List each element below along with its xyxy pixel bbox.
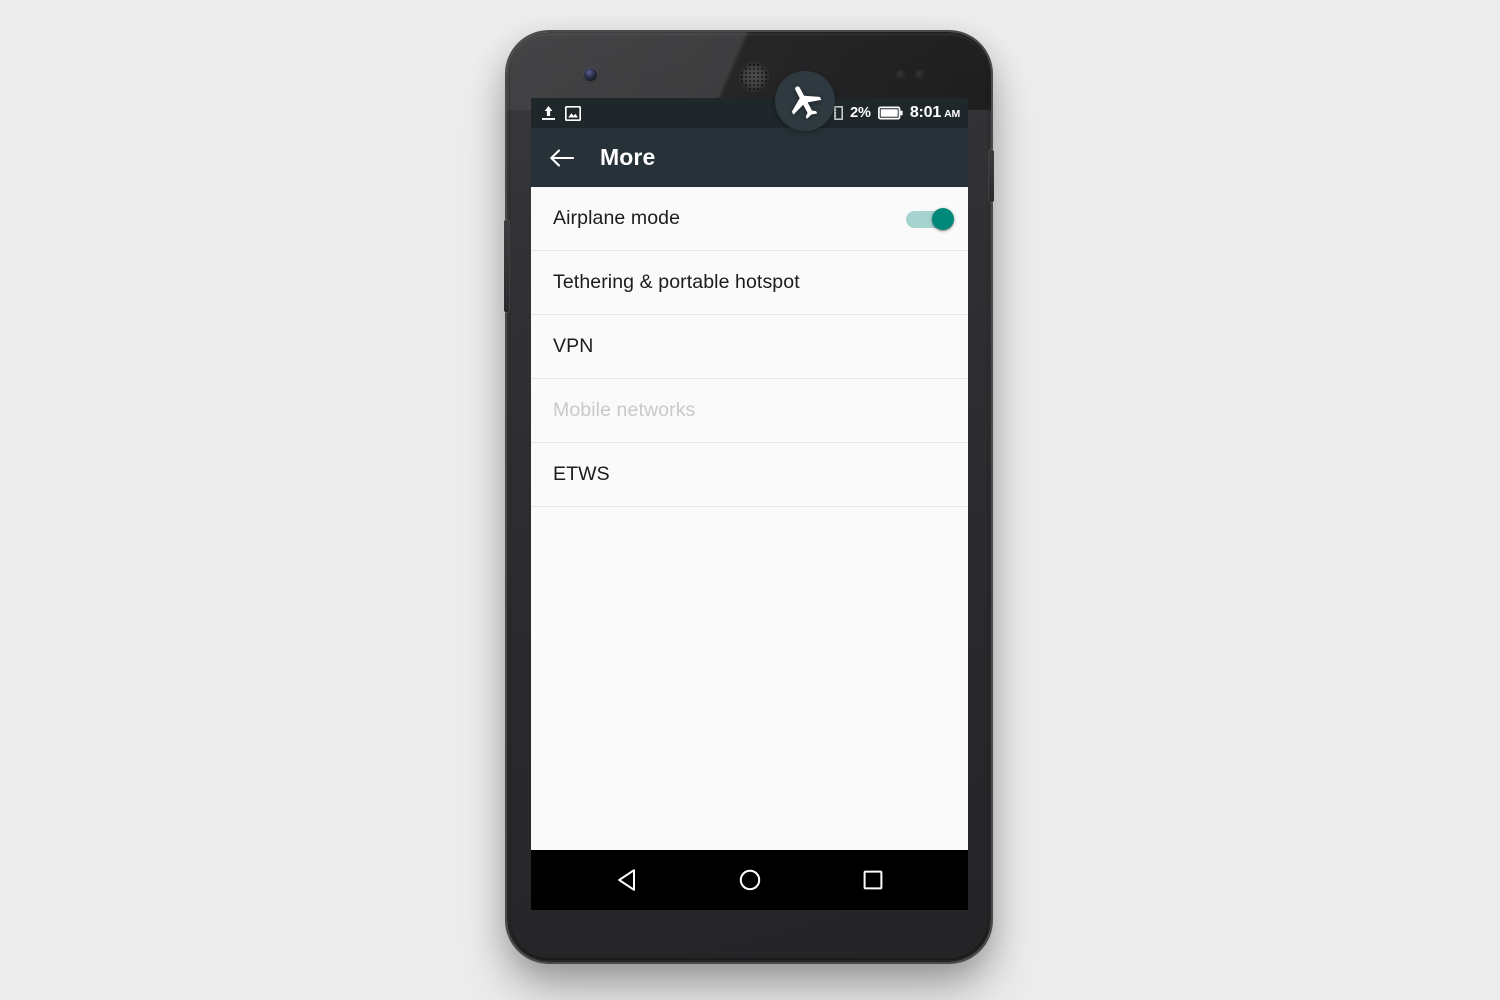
status-bar-left <box>541 105 581 121</box>
status-clock: 8:01 AM <box>910 104 960 122</box>
page-title: More <box>600 144 656 170</box>
app-toolbar: More <box>531 128 968 187</box>
volume-rocker[interactable] <box>504 220 509 312</box>
android-nav-bar <box>531 850 968 910</box>
list-item-etws[interactable]: ETWS <box>531 443 968 507</box>
list-item-airplane-mode[interactable]: Airplane mode <box>531 187 968 251</box>
battery-icon <box>877 106 903 120</box>
status-bar-right: 2% 8:01 AM <box>834 104 960 122</box>
toggle-thumb <box>932 207 954 230</box>
clock-meridiem: AM <box>944 108 960 120</box>
list-item-label: Airplane mode <box>553 207 681 229</box>
airplane-icon <box>785 81 825 121</box>
clock-time: 8:01 <box>909 104 942 121</box>
list-item-label: ETWS <box>553 463 610 485</box>
settings-list: Airplane mode Tethering & portable hotsp… <box>531 187 968 507</box>
status-bar: 2% 8:01 AM <box>531 98 968 128</box>
phone-screen: 2% 8:01 AM More Airplane mode Tethering … <box>531 98 968 910</box>
front-camera <box>584 68 597 81</box>
airplane-icon-badge <box>775 71 835 131</box>
list-item-label: Mobile networks <box>553 399 696 421</box>
list-item-tethering[interactable]: Tethering & portable hotspot <box>531 251 968 315</box>
upload-icon <box>541 105 556 121</box>
battery-percent: 2% <box>850 105 871 121</box>
earpiece-speaker <box>740 63 768 91</box>
list-item-label: VPN <box>553 335 594 357</box>
screenshot-image-icon <box>565 105 581 121</box>
power-button[interactable] <box>989 150 994 202</box>
phone-device: 2% 8:01 AM More Airplane mode Tethering … <box>504 32 994 962</box>
list-item-mobile-networks: Mobile networks <box>531 379 968 443</box>
sim-card-icon <box>834 106 843 120</box>
proximity-sensors <box>896 70 934 81</box>
back-arrow-icon[interactable] <box>549 148 574 168</box>
list-item-vpn[interactable]: VPN <box>531 315 968 379</box>
airplane-mode-toggle[interactable] <box>906 207 954 230</box>
nav-home-button[interactable] <box>723 853 777 907</box>
nav-back-button[interactable] <box>600 853 654 907</box>
nav-recents-button[interactable] <box>846 853 900 907</box>
list-item-label: Tethering & portable hotspot <box>553 271 800 293</box>
